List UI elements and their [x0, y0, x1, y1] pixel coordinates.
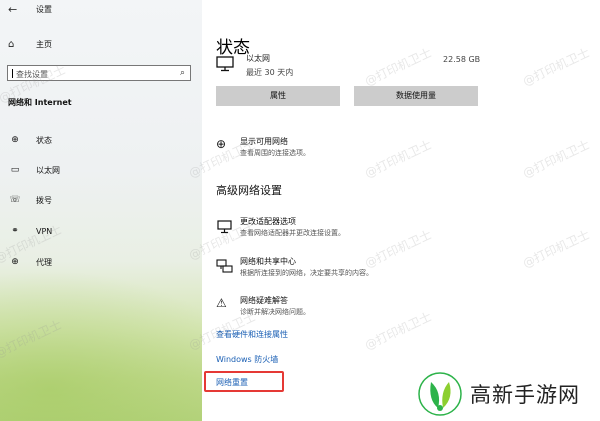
sidebar-item-label: 代理	[36, 257, 52, 267]
sidebar-item-status[interactable]: ⊕ 状态	[8, 133, 52, 147]
sidebar-item-vpn[interactable]: ⚭ VPN	[8, 224, 52, 238]
home-label: 主页	[36, 39, 52, 49]
warning-icon: ⚠	[216, 296, 227, 310]
ethernet-usage: 22.58 GB	[443, 55, 481, 64]
hardware-properties-link[interactable]: 查看硬件和连接属性	[216, 329, 288, 340]
brand-leaf-icon	[418, 372, 462, 416]
status-globe-icon: ⊕	[11, 135, 19, 145]
search-placeholder: 查找设置	[16, 70, 48, 79]
ethernet-monitor-icon	[216, 56, 234, 72]
data-usage-button[interactable]: 数据使用量	[354, 86, 478, 106]
show-networks-option[interactable]: ⊕ 显示可用网络 查看周围的连接选项。	[216, 136, 310, 159]
sidebar: ← 设置 ⌂ 主页 查找设置 ⌕ 网络和 Internet ⊕ 状态 ▭ 以太网…	[0, 0, 202, 421]
option-title: 显示可用网络	[240, 137, 288, 146]
app-title: 设置	[36, 5, 52, 14]
firewall-link[interactable]: Windows 防火墙	[216, 354, 278, 365]
title-bar: ← 设置	[0, 0, 202, 20]
ethernet-name: 以太网	[246, 54, 270, 63]
option-desc: 查看网络适配器并更改连接设置。	[240, 229, 345, 237]
main-panel: 状态 以太网 最近 30 天内 22.58 GB 属性 数据使用量 ⊕ 显示可用…	[202, 0, 600, 421]
option-title: 更改适配器选项	[240, 217, 296, 226]
search-icon[interactable]: ⌕	[180, 68, 185, 78]
network-globe-icon: ⊕	[216, 137, 227, 151]
sidebar-item-label: 以太网	[36, 165, 60, 175]
sharing-icon	[216, 259, 233, 273]
option-desc: 诊断并解决网络问题。	[240, 308, 310, 316]
option-title: 网络和共享中心	[240, 257, 296, 266]
sidebar-item-ethernet[interactable]: ▭ 以太网	[8, 163, 60, 177]
advanced-heading: 高级网络设置	[216, 184, 282, 197]
sidebar-item-label: 拨号	[36, 195, 52, 205]
highlight-box	[204, 371, 284, 392]
back-arrow-icon[interactable]: ←	[8, 3, 17, 16]
brand-text: 高新手游网	[470, 383, 580, 407]
text-cursor	[12, 69, 13, 78]
sidebar-item-home[interactable]: ⌂ 主页	[8, 37, 52, 51]
search-input[interactable]: 查找设置 ⌕	[7, 65, 191, 81]
phone-icon: ☏	[9, 195, 21, 205]
troubleshooter-option[interactable]: ⚠ 网络疑难解答 诊断并解决网络问题。	[216, 295, 310, 318]
brand-logo: 高新手游网	[418, 372, 580, 416]
home-icon: ⌂	[8, 38, 15, 50]
adapter-icon	[217, 220, 232, 234]
monitor-icon: ▭	[10, 165, 20, 175]
vpn-icon: ⚭	[11, 226, 19, 236]
properties-button[interactable]: 属性	[216, 86, 340, 106]
sidebar-item-label: VPN	[36, 226, 53, 236]
ethernet-period: 最近 30 天内	[246, 68, 294, 77]
sidebar-item-proxy[interactable]: ⊕ 代理	[8, 255, 52, 269]
adapter-options[interactable]: 更改适配器选项 查看网络适配器并更改连接设置。	[216, 216, 345, 239]
option-title: 网络疑难解答	[240, 296, 288, 305]
page-title: 状态	[216, 38, 250, 58]
section-header: 网络和 Internet	[8, 98, 72, 107]
option-desc: 根据所连接到的网络，决定要共享的内容。	[240, 269, 373, 277]
sidebar-item-dialup[interactable]: ☏ 拨号	[8, 193, 52, 207]
option-desc: 查看周围的连接选项。	[240, 149, 310, 157]
globe-icon: ⊕	[11, 257, 19, 267]
sharing-center-option[interactable]: 网络和共享中心 根据所连接到的网络，决定要共享的内容。	[216, 256, 373, 279]
sidebar-item-label: 状态	[36, 135, 52, 145]
